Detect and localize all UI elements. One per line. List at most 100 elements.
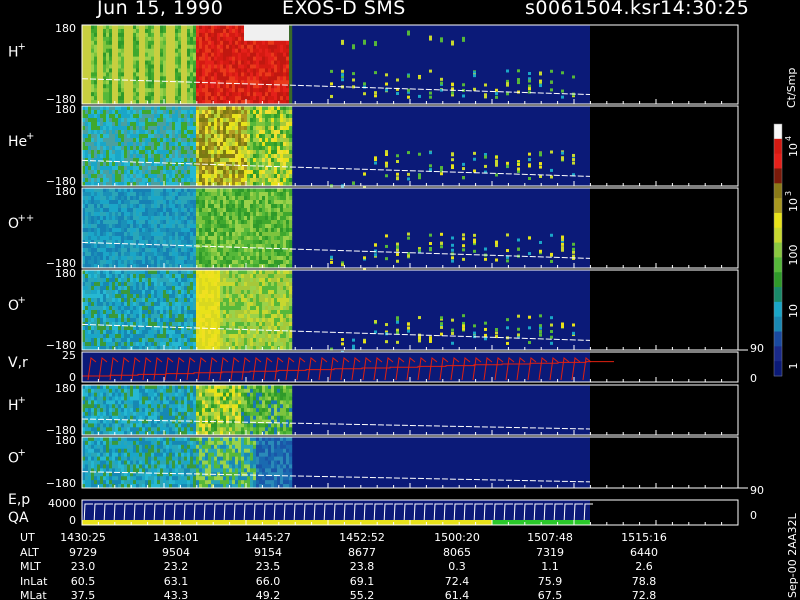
spectrum-cell [127,216,131,221]
spectrum-cell [277,256,281,261]
spectrum-cell [226,25,230,30]
spectrum-cell [124,142,128,147]
spectrum-cell [241,192,245,197]
spectrum-cell [220,88,224,93]
spectrum-cell [148,130,152,135]
spectrum-cell [175,220,179,225]
spectrum-cell [229,162,233,167]
spectrum-cell [220,138,224,143]
spectrum-cell [169,178,173,183]
spectrum-cell [136,106,140,111]
spectrum-cell [190,142,194,147]
spectrum-cell [202,48,206,54]
spectrum-cell [217,32,221,38]
spectrum-cell [100,278,104,283]
spectrum-cell [283,216,287,221]
spectrum-cell [112,192,116,197]
spectrum-cell [115,228,119,233]
spectrum-cell [88,72,92,77]
spectrum-cell [289,196,293,201]
spectrum-cell [190,158,194,163]
spectrum-cell [121,36,125,42]
spectrum-cell [142,274,146,279]
spectrum-cell [528,236,531,240]
spectrum-cell [262,178,266,183]
spectrum-cell [133,278,137,283]
spectrum-cell [163,56,167,62]
spectrum-cell [217,52,221,58]
spectrum-cell [238,114,242,119]
spectrum-cell [280,28,284,34]
spectrum-cell [88,286,92,291]
spectrum-cell [208,106,212,111]
spectrum-cell [109,84,113,89]
spectrum-cell [139,68,143,73]
spectrum-cell [550,88,553,92]
spectrum-cell [286,92,290,97]
spectrum-cell [124,310,128,315]
spectrum-cell [124,260,128,265]
spectrum-cell [232,260,236,265]
spectrum-cell [277,118,281,123]
spectrum-cell [247,118,251,123]
spectrum-cell [121,216,125,221]
spectrum-cell [124,150,128,155]
spectrum-cell [100,240,104,245]
spectrum-cell [178,192,182,197]
spectrum-cell [202,92,206,97]
spectrum-cell [118,92,122,97]
spectrum-cell [109,330,113,335]
spectrum-cell [181,216,185,221]
spectrum-cell [157,25,161,30]
spectrum-cell [193,196,197,201]
spectrum-cell [115,118,119,123]
spectrum-cell [118,126,122,131]
spectrum-cell [283,88,287,93]
spectrum-cell [166,40,170,46]
spectrum-cell [184,216,188,221]
spectrum-cell [211,56,215,62]
spectrum-cell [130,68,134,73]
spectrum-cell [109,174,113,179]
spectrum-cell [124,204,128,209]
spectrum-cell [259,240,263,245]
spectrum-cell [118,338,122,343]
spectrum-cell [166,44,170,50]
spectrum-cell [136,274,140,279]
spectrum-cell [121,298,125,303]
spectrum-cell [130,334,134,339]
spectrum-cell [205,110,209,115]
spectrum-cell [208,240,212,245]
spectrum-cell [208,126,212,131]
spectrum-cell [175,64,179,69]
spectrum-cell [181,236,185,241]
spectrum-cell [253,110,257,115]
spectrum-cell [94,318,98,323]
spectrum-cell [154,252,158,257]
spectrum-cell [253,48,257,54]
spectrum-cell [385,82,388,86]
spectrum-cell [223,228,227,233]
spectrum-cell [289,192,293,197]
spectrum-cell [190,25,194,30]
spectrum-cell [94,294,98,299]
spectrum-cell [187,232,191,237]
spectrum-cell [256,92,260,97]
spectrum-cell [130,216,134,221]
spectrum-cell [127,178,131,183]
spectrum-cell [157,252,161,257]
spectrum-cell [169,118,173,123]
spectrum-cell [226,84,230,89]
spectrum-cell [253,134,257,139]
spectrum-cell [274,146,278,151]
spectrum-cell [229,110,233,115]
spectrum-cell [256,166,260,171]
spectrum-cell [187,216,191,221]
spectrum-cell [220,110,224,115]
spectrum-cell [181,158,185,163]
spectrum-cell [385,73,388,77]
spectrum-cell [178,216,182,221]
spectrum-cell [238,200,242,205]
spectrum-cell [127,270,131,275]
spectrum-cell [103,240,107,245]
